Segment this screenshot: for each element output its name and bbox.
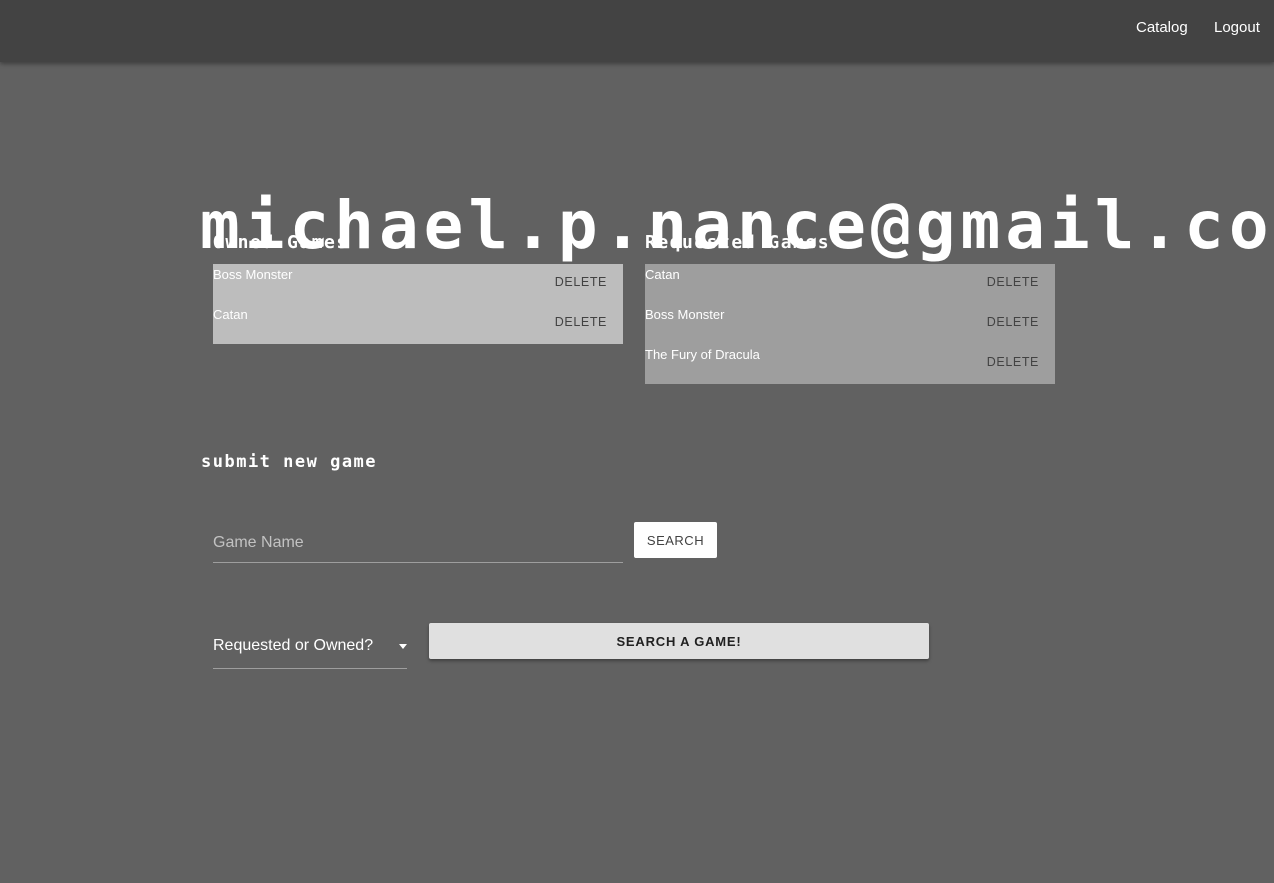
delete-requested-game-button[interactable]: DELETE: [987, 355, 1039, 369]
requested-game-row: The Fury of Dracula DELETE: [645, 344, 1055, 384]
delete-owned-game-button[interactable]: DELETE: [555, 315, 607, 329]
game-name: Boss Monster: [213, 267, 293, 282]
game-name-input[interactable]: [213, 524, 623, 563]
search-a-game-button[interactable]: SEARCH A GAME!: [429, 623, 929, 659]
submit-new-game-heading: submit new game: [201, 452, 378, 472]
select-value: Requested or Owned?: [213, 637, 374, 654]
delete-owned-game-button[interactable]: DELETE: [555, 275, 607, 289]
delete-requested-game-button[interactable]: DELETE: [987, 315, 1039, 329]
requested-game-row: Boss Monster DELETE: [645, 304, 1055, 344]
delete-requested-game-button[interactable]: DELETE: [987, 275, 1039, 289]
nav-logout-link[interactable]: Logout: [1214, 19, 1260, 36]
top-navbar: Catalog Logout: [0, 0, 1274, 62]
requested-or-owned-select[interactable]: Requested or Owned?: [213, 626, 407, 669]
game-name: Catan: [213, 307, 248, 322]
owned-games-list: Boss Monster DELETE Catan DELETE: [213, 264, 623, 344]
owned-games-heading: Owned Games: [213, 232, 349, 253]
game-name: The Fury of Dracula: [645, 347, 760, 362]
requested-game-row: Catan DELETE: [645, 264, 1055, 304]
requested-games-heading: Requested Games: [645, 232, 831, 253]
owned-game-row: Catan DELETE: [213, 304, 623, 344]
game-name: Boss Monster: [645, 307, 725, 322]
nav-catalog-link[interactable]: Catalog: [1136, 19, 1188, 36]
game-name: Catan: [645, 267, 680, 282]
owned-game-row: Boss Monster DELETE: [213, 264, 623, 304]
search-button[interactable]: SEARCH: [634, 522, 717, 558]
requested-games-list: Catan DELETE Boss Monster DELETE The Fur…: [645, 264, 1055, 384]
caret-down-icon: [399, 644, 407, 649]
